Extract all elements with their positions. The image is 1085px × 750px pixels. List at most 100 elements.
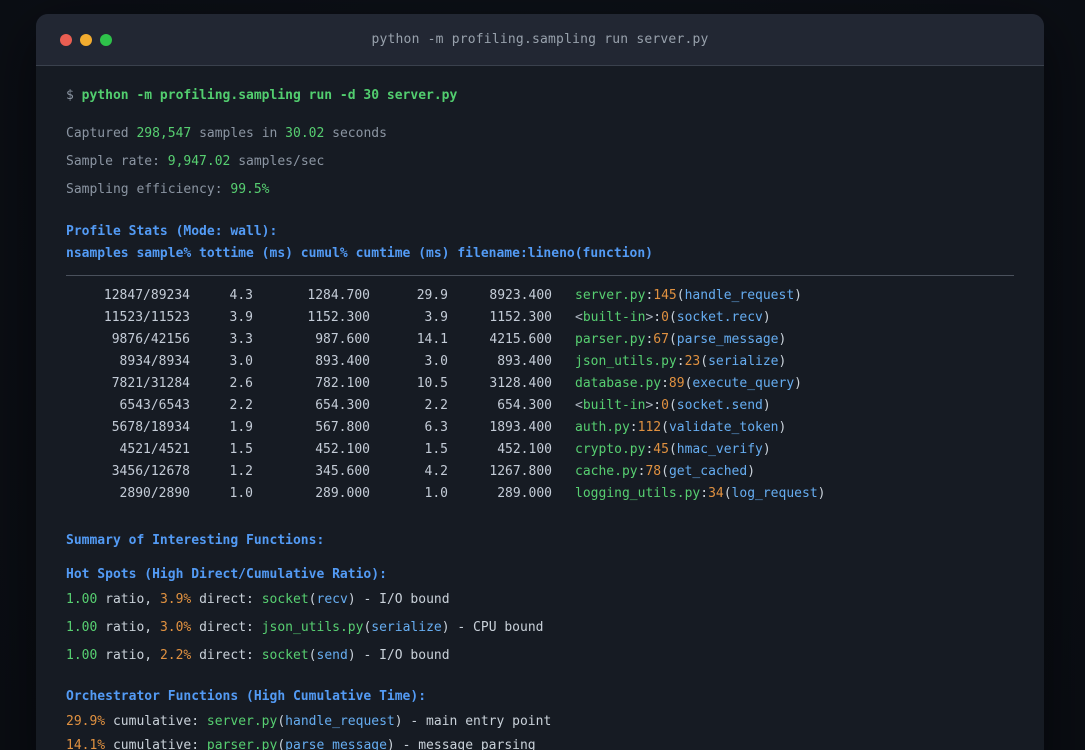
profile-table-columns-header: nsamples sample% tottime (ms) cumul% cum… <box>66 246 653 261</box>
role-description: - message parsing <box>394 738 536 750</box>
cumtime-cell: 1267.800 <box>489 464 552 479</box>
filename: logging_utils.py <box>575 486 701 501</box>
cumtime-cell: 654.300 <box>497 398 552 413</box>
filename: database.py <box>575 376 662 391</box>
cumtime-cell: 1893.400 <box>489 420 552 435</box>
line-number: 89 <box>668 376 685 391</box>
cumul-pct-cell: 3.0 <box>424 354 448 369</box>
cumul-pct-cell: 4.2 <box>424 464 448 479</box>
cumtime-cell: 289.000 <box>497 486 552 501</box>
filename: socket <box>261 592 309 607</box>
cumul-pct-cell: 1.5 <box>424 442 448 457</box>
function-name: recv <box>316 592 348 607</box>
sample-pct-cell: 4.3 <box>229 288 253 303</box>
nsamples-cell: 9876/42156 <box>111 332 190 347</box>
table-row: 12847/89234 4.3 1284.700 29.9 8923.400 server… <box>66 285 1014 307</box>
line-number: 78 <box>645 464 662 479</box>
minimize-window-button[interactable] <box>80 34 92 46</box>
function-location-cell: json_utils.py:23(serialize) <box>575 354 787 369</box>
nsamples-cell: 8934/8934 <box>119 354 190 369</box>
sampling-efficiency-line: Sampling efficiency: 99.5% <box>66 182 270 197</box>
table-row: 7821/31284 2.6 782.100 10.5 3128.400 database… <box>66 373 1014 395</box>
function-name: validate_token <box>668 420 779 435</box>
bound-description: - I/O bound <box>355 592 450 607</box>
samples-count: 298,547 <box>136 126 192 141</box>
function-name: get_cached <box>668 464 748 479</box>
command-text: python -m profiling.sampling run -d 30 s… <box>81 88 458 103</box>
table-row: 8934/8934 3.0 893.400 3.0 893.400 json_utils.… <box>66 351 1014 373</box>
nsamples-cell: 4521/4521 <box>119 442 190 457</box>
sample-pct-cell: 2.6 <box>229 376 253 391</box>
sample-pct-cell: 1.9 <box>229 420 253 435</box>
line-number: 0 <box>661 310 669 325</box>
function-location-cell: <built-in>:0(socket.recv) <box>575 310 771 325</box>
bound-description: - I/O bound <box>355 648 450 663</box>
cumul-pct-cell: 1.0 <box>424 486 448 501</box>
hot-spot-row: 1.00 ratio, 2.2% direct: socket(send) - … <box>66 648 450 663</box>
profile-table: 12847/89234 4.3 1284.700 29.9 8923.400 server… <box>66 285 1014 505</box>
nsamples-cell: 7821/31284 <box>111 376 190 391</box>
table-row: 2890/2890 1.0 289.000 1.0 289.000 logging_uti… <box>66 483 1014 505</box>
summary-heading: Summary of Interesting Functions: <box>66 533 325 548</box>
line-number: 23 <box>684 354 701 369</box>
tottime-cell: 782.100 <box>315 376 370 391</box>
table-row: 4521/4521 1.5 452.100 1.5 452.100 crypto.py:4… <box>66 439 1014 461</box>
filename: json_utils.py <box>261 620 364 635</box>
function-name: handle_request <box>285 714 395 729</box>
filename: crypto.py <box>575 442 646 457</box>
filename: server.py <box>575 288 646 303</box>
close-window-button[interactable] <box>60 34 72 46</box>
role-description: - main entry point <box>402 714 552 729</box>
table-row: 11523/11523 3.9 1152.300 3.9 1152.300 <built-… <box>66 307 1014 329</box>
filename: built-in <box>582 310 646 325</box>
cumtime-cell: 3128.400 <box>489 376 552 391</box>
shell-prompt: $ <box>66 88 82 103</box>
function-location-cell: server.py:145(handle_request) <box>575 288 802 303</box>
cumtime-cell: 893.400 <box>497 354 552 369</box>
sample-pct-cell: 2.2 <box>229 398 253 413</box>
window-title: python -m profiling.sampling run server.… <box>371 32 709 47</box>
ratio-value: 1.00 <box>66 592 98 607</box>
cumul-pct-cell: 29.9 <box>416 288 448 303</box>
ratio-value: 1.00 <box>66 620 98 635</box>
cumtime-cell: 4215.600 <box>489 332 552 347</box>
filename: json_utils.py <box>575 354 677 369</box>
line-number: 34 <box>708 486 724 501</box>
sample-rate-line: Sample rate: 9,947.02 samples/sec <box>66 154 325 169</box>
nsamples-cell: 12847/89234 <box>103 288 190 303</box>
cumul-pct-cell: 14.1 <box>416 332 448 347</box>
bound-description: - CPU bound <box>449 620 544 635</box>
function-name: socket.recv <box>676 310 763 325</box>
hot-spot-row: 1.00 ratio, 3.9% direct: socket(recv) - … <box>66 592 450 607</box>
direct-pct-value: 3.0% <box>159 620 192 635</box>
table-row: 3456/12678 1.2 345.600 4.2 1267.800 cache.py:… <box>66 461 1014 483</box>
filename: socket <box>261 648 309 663</box>
function-name: serialize <box>371 620 442 635</box>
line-number: 45 <box>653 442 669 457</box>
function-location-cell: auth.py:112(validate_token) <box>575 420 787 435</box>
function-location-cell: logging_utils.py:34(log_request) <box>575 486 826 501</box>
profile-stats-heading: Profile Stats (Mode: wall): <box>66 224 278 239</box>
window-controls <box>60 14 112 66</box>
nsamples-cell: 11523/11523 <box>103 310 190 325</box>
sample-pct-cell: 1.2 <box>229 464 253 479</box>
desktop-background: python -m profiling.sampling run server.… <box>0 0 1085 750</box>
function-name: serialize <box>708 354 779 369</box>
function-name: parse_message <box>285 738 387 750</box>
cumul-pct-cell: 6.3 <box>424 420 448 435</box>
tottime-cell: 1284.700 <box>307 288 370 303</box>
filename: auth.py <box>575 420 630 435</box>
filename: server.py <box>206 714 278 729</box>
command-line: $ python -m profiling.sampling run -d 30… <box>66 85 1014 107</box>
maximize-window-button[interactable] <box>100 34 112 46</box>
filename: cache.py <box>575 464 638 479</box>
function-location-cell: parser.py:67(parse_message) <box>575 332 787 347</box>
terminal-titlebar[interactable]: python -m profiling.sampling run server.… <box>36 14 1044 66</box>
orchestrator-row: 29.9% cumulative: server.py(handle_reque… <box>66 714 552 729</box>
sample-pct-cell: 3.3 <box>229 332 253 347</box>
sample-rate-value: 9,947.02 <box>167 154 231 169</box>
line-number: 67 <box>653 332 669 347</box>
nsamples-cell: 5678/18934 <box>111 420 190 435</box>
cumul-pct-cell: 2.2 <box>424 398 448 413</box>
function-location-cell: cache.py:78(get_cached) <box>575 464 756 479</box>
